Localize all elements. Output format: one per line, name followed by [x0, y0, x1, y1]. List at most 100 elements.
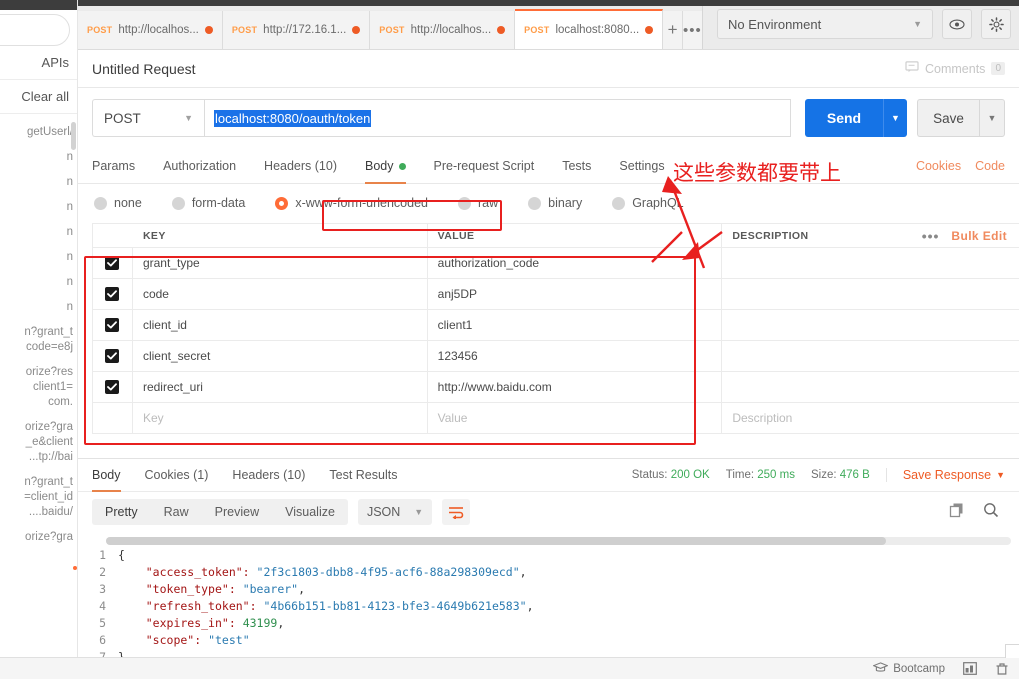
response-tab-test-results[interactable]: Test Results	[329, 458, 397, 492]
code-link[interactable]: Code	[975, 159, 1005, 173]
row-checkbox[interactable]	[105, 287, 120, 301]
sidebar-history-item[interactable]: n	[0, 195, 77, 220]
body-type-none[interactable]: none	[92, 193, 144, 213]
sidebar-history-item[interactable]: orize?gra e&client_ tp://bai...	[0, 415, 77, 470]
environment-selector[interactable]: No Environment ▼	[717, 9, 933, 39]
send-options-button[interactable]: ▼	[883, 99, 907, 137]
sidebar-history-item[interactable]: n	[0, 145, 77, 170]
row-key-cell[interactable]: code	[133, 279, 428, 309]
row-checkbox[interactable]	[105, 256, 120, 270]
row-key-cell[interactable]: client_id	[133, 310, 428, 340]
row-value-cell[interactable]: http://www.baidu.com	[428, 372, 723, 402]
row-value-cell[interactable]: client1	[428, 310, 723, 340]
new-tab-button[interactable]: +	[663, 11, 683, 49]
response-tab-body[interactable]: Body	[92, 458, 121, 492]
send-button[interactable]: Send	[805, 99, 883, 137]
row-checkbox[interactable]	[105, 349, 120, 363]
request-tab-headers[interactable]: Headers (10)	[264, 149, 337, 184]
request-tab-settings[interactable]: Settings	[619, 149, 664, 184]
format-pretty[interactable]: Pretty	[92, 499, 151, 525]
format-raw[interactable]: Raw	[151, 499, 202, 525]
body-params-table: KEY VALUE DESCRIPTION ••• Bulk Edit gran…	[92, 223, 1019, 434]
bootcamp-button[interactable]: Bootcamp	[872, 661, 945, 676]
format-visualize[interactable]: Visualize	[272, 499, 348, 525]
request-tab-authorization[interactable]: Authorization	[163, 149, 236, 184]
comments-button[interactable]: Comments 0	[905, 61, 1005, 76]
new-key-input[interactable]: Key	[133, 403, 428, 433]
format-preview[interactable]: Preview	[202, 499, 272, 525]
row-value-cell[interactable]: authorization_code	[428, 248, 723, 278]
row-value-cell[interactable]: anj5DP	[428, 279, 723, 309]
body-type-raw[interactable]: raw	[456, 193, 500, 213]
unsaved-indicator-icon[interactable]	[204, 26, 213, 34]
request-tab-pre-request-script[interactable]: Pre-request Script	[434, 149, 535, 184]
request-tab-tests[interactable]: Tests	[562, 149, 591, 184]
body-type-graphql[interactable]: GraphQL	[610, 193, 685, 213]
row-checkbox[interactable]	[105, 318, 120, 332]
body-type-binary[interactable]: binary	[526, 193, 584, 213]
sidebar-search-input[interactable]	[0, 14, 70, 46]
layout-icon[interactable]	[963, 662, 977, 675]
body-type-form-data[interactable]: form-data	[170, 193, 248, 213]
save-response-button[interactable]: Save Response ▼	[885, 468, 1005, 482]
response-body-code[interactable]: 1{2 "access_token": "2f3c1803-dbb8-4f95-…	[78, 534, 1019, 659]
tab-options-button[interactable]: •••	[682, 11, 702, 49]
row-key-cell[interactable]: client_secret	[133, 341, 428, 371]
sidebar-history-item[interactable]: orize?gra	[0, 525, 77, 550]
request-right-links: Cookies Code	[916, 159, 1005, 173]
row-description-cell[interactable]	[722, 372, 1019, 402]
eye-icon[interactable]	[942, 9, 972, 39]
request-tab[interactable]: POST http://172.16.1...	[222, 11, 371, 49]
cookies-link[interactable]: Cookies	[916, 159, 961, 173]
sidebar-scrollbar[interactable]	[71, 122, 76, 150]
save-options-button[interactable]: ▼	[979, 99, 1005, 137]
sidebar-apis-item[interactable]: APIs	[0, 46, 77, 80]
line-text: "access_token": "2f3c1803-dbb8-4f95-acf6…	[145, 564, 527, 579]
row-description-cell[interactable]	[722, 279, 1019, 309]
row-key-cell[interactable]: grant_type	[133, 248, 428, 278]
request-tab-params[interactable]: Params	[92, 149, 135, 184]
content-type-selector[interactable]: JSON ▼	[357, 499, 433, 525]
sidebar-history-item[interactable]: n?grant_t client_id= /baidu....	[0, 470, 77, 525]
resize-corner[interactable]	[1005, 644, 1019, 658]
bulk-edit-button[interactable]: Bulk Edit	[951, 229, 1007, 243]
request-tab[interactable]: POST localhost:8080...	[515, 9, 664, 49]
search-icon[interactable]	[983, 502, 1005, 523]
http-method-selector[interactable]: POST ▼	[92, 99, 204, 137]
code-horizontal-scrollbar[interactable]	[106, 537, 1011, 545]
sidebar-history-item[interactable]: /getUserl	[0, 120, 77, 145]
sidebar-history-item[interactable]: n	[0, 295, 77, 320]
sidebar-history-item[interactable]: n	[0, 270, 77, 295]
body-type-x-www-form-urlencoded[interactable]: x-www-form-urlencoded	[273, 193, 430, 213]
request-tab-body[interactable]: Body	[365, 149, 406, 184]
trash-icon[interactable]	[995, 662, 1009, 676]
new-description-input[interactable]: Description	[722, 403, 1019, 433]
save-button[interactable]: Save	[917, 99, 979, 137]
unsaved-indicator-icon[interactable]	[497, 26, 506, 34]
row-description-cell[interactable]	[722, 341, 1019, 371]
row-key-cell[interactable]: redirect_uri	[133, 372, 428, 402]
sidebar-history-item[interactable]: n	[0, 220, 77, 245]
new-value-input[interactable]: Value	[428, 403, 723, 433]
table-options-button[interactable]: •••	[922, 228, 940, 244]
line-text: "scope": "test"	[145, 632, 250, 647]
row-value-cell[interactable]: 123456	[428, 341, 723, 371]
response-tab-cookies[interactable]: Cookies (1)	[145, 458, 209, 492]
unsaved-indicator-icon[interactable]	[352, 26, 361, 34]
gear-icon[interactable]	[981, 9, 1011, 39]
row-checkbox[interactable]	[105, 380, 120, 394]
response-tab-headers[interactable]: Headers (10)	[232, 458, 305, 492]
request-tab[interactable]: POST http://localhos...	[370, 11, 516, 49]
row-description-cell[interactable]	[722, 248, 1019, 278]
copy-icon[interactable]	[949, 502, 965, 523]
row-description-cell[interactable]	[722, 310, 1019, 340]
sidebar-history-item[interactable]: n?grant_t code=e8j	[0, 320, 77, 360]
request-tab[interactable]: POST http://localhos...	[78, 11, 223, 49]
sidebar-history-item[interactable]: n	[0, 170, 77, 195]
url-input[interactable]: localhost:8080/oauth/token	[204, 99, 791, 137]
sidebar-history-item[interactable]: orize?res =client1 .com	[0, 360, 77, 415]
word-wrap-icon[interactable]	[442, 499, 471, 525]
sidebar-history-item[interactable]: n	[0, 245, 77, 270]
unsaved-indicator-icon[interactable]	[645, 26, 654, 34]
sidebar-clear-all-button[interactable]: Clear all	[0, 80, 77, 114]
